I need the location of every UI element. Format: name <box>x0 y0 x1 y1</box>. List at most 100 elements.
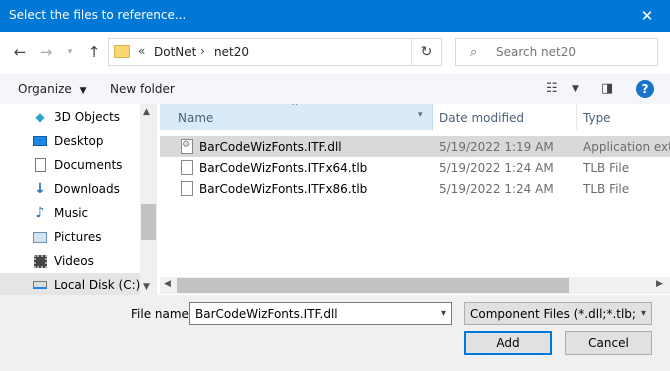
sort-ascending-icon: ^ <box>291 104 299 112</box>
column-name-label: Name <box>178 111 214 125</box>
file-name: BarCodeWizFonts.ITFx86.tlb <box>199 182 368 196</box>
scroll-up-icon[interactable]: ▲ <box>143 107 150 117</box>
navigation-pane: ◆ 3D Objects Desktop Documents ↓ Downloa… <box>0 104 158 295</box>
view-dropdown-icon[interactable]: ▼ <box>572 84 579 94</box>
file-type-filter-value: Component Files (*.dll;*.tlb;*.ol <box>470 307 635 321</box>
sidebar-item-local-disk[interactable]: Local Disk (C:) <box>0 273 140 295</box>
preview-pane-icon[interactable]: ◨ <box>601 81 613 96</box>
sidebar-item-3d-objects[interactable]: ◆ 3D Objects <box>0 105 140 129</box>
music-icon: ♪ <box>35 205 45 221</box>
file-date: 5/19/2022 1:24 AM <box>439 182 554 196</box>
file-name: BarCodeWizFonts.ITFx64.tlb <box>199 161 368 175</box>
window-title: Select the files to reference... <box>9 8 187 22</box>
file-name-label: File name: <box>131 307 193 321</box>
scroll-left-icon[interactable]: ◀ <box>164 279 171 289</box>
refresh-icon: ↻ <box>420 44 433 60</box>
file-date: 5/19/2022 1:24 AM <box>439 161 554 175</box>
videos-icon <box>32 253 48 269</box>
column-header-date[interactable]: Date modified <box>433 104 577 130</box>
file-type: TLB File <box>583 182 630 196</box>
sidebar-item-label: Local Disk (C:) <box>54 278 141 292</box>
breadcrumb-separator-icon: › <box>200 44 205 58</box>
folder-icon <box>114 45 130 58</box>
search-icon: ⌕ <box>470 45 478 60</box>
file-list: Name ^ ▾ Date modified Type BarCodeWizFo… <box>160 104 670 295</box>
breadcrumb-net20[interactable]: net20 <box>214 45 249 59</box>
chevron-down-icon: ▾ <box>640 308 646 319</box>
view-options-icon[interactable]: ☷ <box>546 81 558 96</box>
file-name-field[interactable]: BarCodeWizFonts.ITF.dll ▾ <box>189 302 452 325</box>
documents-icon <box>32 157 48 173</box>
desktop-icon <box>32 133 48 149</box>
chevron-down-icon[interactable]: ▾ <box>441 308 446 319</box>
add-button[interactable]: Add <box>464 331 552 355</box>
scrollbar-thumb[interactable] <box>177 278 569 293</box>
sidebar-item-label: Music <box>54 206 89 220</box>
file-date: 5/19/2022 1:19 AM <box>439 140 554 154</box>
cube-icon: ◆ <box>35 110 45 124</box>
file-icon <box>181 181 193 196</box>
search-input[interactable] <box>496 43 651 61</box>
sidebar-item-label: Desktop <box>54 134 104 148</box>
navigation-scrollbar[interactable]: ▲ ▼ <box>140 104 157 295</box>
sidebar-item-label: Pictures <box>54 230 102 244</box>
title-bar: Select the files to reference... ✕ <box>0 0 670 32</box>
breadcrumb-dotnet[interactable]: DotNet <box>154 45 196 59</box>
forward-arrow-icon: → <box>39 43 53 61</box>
navigation-bar: ← → ▾ ↑ « DotNet › net20 ↻ ⌕ <box>0 32 670 74</box>
download-icon: ↓ <box>34 181 46 197</box>
sidebar-item-documents[interactable]: Documents <box>0 153 140 177</box>
address-bar[interactable]: « DotNet › net20 ↻ <box>108 38 442 66</box>
forward-button[interactable]: → <box>36 42 56 62</box>
command-bar: Organize ▼ New folder ☷ ▼ ◨ ? <box>0 74 670 104</box>
back-arrow-icon: ← <box>13 43 27 61</box>
close-icon: ✕ <box>640 7 654 25</box>
chevron-down-icon: ▼ <box>79 86 87 96</box>
file-type: Application exte <box>583 140 670 154</box>
table-row[interactable]: BarCodeWizFonts.ITFx64.tlb 5/19/2022 1:2… <box>160 157 670 178</box>
chevron-down-icon: ▾ <box>67 47 73 57</box>
recent-locations-button[interactable]: ▾ <box>60 42 80 62</box>
table-row[interactable]: BarCodeWizFonts.ITF.dll 5/19/2022 1:19 A… <box>160 136 670 157</box>
organize-label: Organize <box>18 82 72 96</box>
help-button[interactable]: ? <box>636 80 654 98</box>
sidebar-item-music[interactable]: ♪ Music <box>0 201 140 225</box>
sidebar-item-pictures[interactable]: Pictures <box>0 225 140 249</box>
scrollbar-thumb[interactable] <box>141 204 156 240</box>
sidebar-item-videos[interactable]: Videos <box>0 249 140 273</box>
file-name-value[interactable]: BarCodeWizFonts.ITF.dll <box>195 307 338 321</box>
horizontal-scrollbar[interactable]: ◀ ▶ <box>160 277 670 294</box>
up-button[interactable]: ↑ <box>84 42 104 62</box>
sidebar-item-downloads[interactable]: ↓ Downloads <box>0 177 140 201</box>
sidebar-item-label: Downloads <box>54 182 120 196</box>
close-button[interactable]: ✕ <box>624 0 670 32</box>
column-headers: Name ^ ▾ Date modified Type <box>160 104 670 130</box>
file-name: BarCodeWizFonts.ITF.dll <box>199 140 342 154</box>
refresh-button[interactable]: ↻ <box>411 39 441 65</box>
new-folder-button[interactable]: New folder <box>110 82 175 96</box>
drive-icon <box>32 277 48 293</box>
file-type-filter[interactable]: Component Files (*.dll;*.tlb;*.ol ▾ <box>464 302 652 325</box>
sidebar-item-label: Documents <box>54 158 123 172</box>
cancel-button[interactable]: Cancel <box>565 331 652 355</box>
sidebar-item-desktop[interactable]: Desktop <box>0 129 140 153</box>
pictures-icon <box>32 229 48 245</box>
column-header-type[interactable]: Type <box>577 104 670 130</box>
file-icon <box>181 160 193 175</box>
back-button[interactable]: ← <box>10 42 30 62</box>
table-row[interactable]: BarCodeWizFonts.ITFx86.tlb 5/19/2022 1:2… <box>160 178 670 199</box>
organize-button[interactable]: Organize ▼ <box>18 82 87 96</box>
scroll-right-icon[interactable]: ▶ <box>656 279 663 289</box>
sidebar-item-label: Videos <box>54 254 94 268</box>
column-filter-icon[interactable]: ▾ <box>418 110 423 120</box>
search-box[interactable]: ⌕ <box>455 38 658 66</box>
scroll-down-icon[interactable]: ▼ <box>143 282 150 292</box>
breadcrumb-overflow[interactable]: « <box>138 44 145 58</box>
up-arrow-icon: ↑ <box>87 43 101 61</box>
help-icon: ? <box>641 82 649 96</box>
dialog-footer: File name: BarCodeWizFonts.ITF.dll ▾ Com… <box>0 295 670 371</box>
sidebar-item-label: 3D Objects <box>54 110 121 124</box>
column-type-label: Type <box>583 111 611 125</box>
column-date-label: Date modified <box>439 111 525 125</box>
dll-file-icon <box>181 139 193 154</box>
